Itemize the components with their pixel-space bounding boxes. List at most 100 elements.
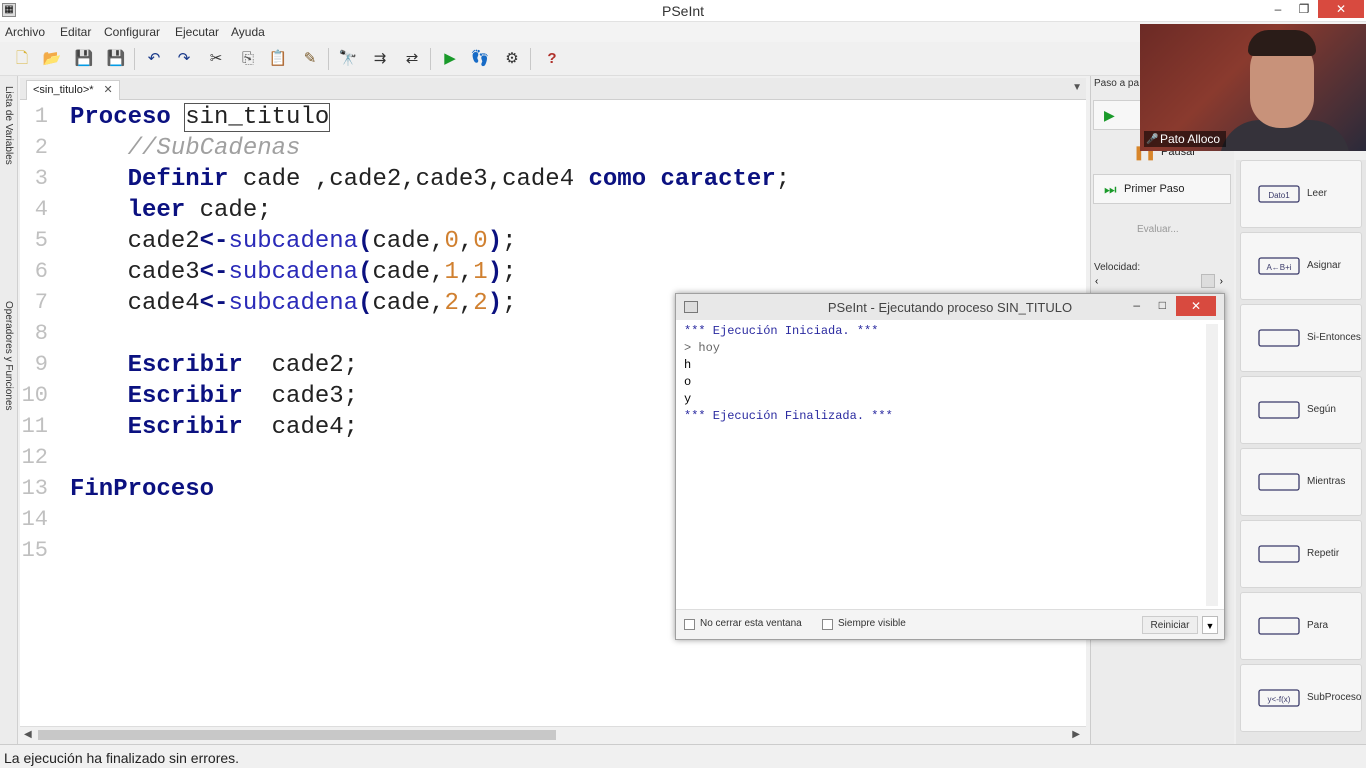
command-subproceso[interactable]: y<-f(x) SubProceso — [1240, 664, 1362, 732]
save-as-icon[interactable]: 💾 — [104, 47, 128, 71]
code-line[interactable]: 1 Proceso sin_titulo — [20, 103, 1086, 135]
always-visible-label: Siempre visible — [838, 618, 906, 629]
line-number: 2 — [34, 135, 48, 160]
muted-mic-icon: 🎤 — [1146, 134, 1159, 145]
scroll-right-icon[interactable]: ▶ — [1072, 727, 1080, 743]
undo-icon[interactable]: ↶ — [142, 47, 166, 71]
menu-ejecutar[interactable]: Ejecutar — [175, 25, 219, 39]
menu-ayuda[interactable]: Ayuda — [231, 25, 265, 39]
line-number: 12 — [21, 445, 48, 470]
asignar-icon: A←B+i — [1255, 253, 1303, 279]
execution-console-window: PSeInt - Ejecutando proceso SIN_TITULO –… — [675, 293, 1225, 640]
command-repetir[interactable]: Repetir — [1240, 520, 1362, 588]
console-close-button[interactable]: ✕ — [1176, 296, 1216, 316]
operators-functions-tab[interactable]: Operadores y Funciones — [3, 301, 14, 411]
svg-text:y<-f(x): y<-f(x) — [1268, 695, 1291, 704]
redo-icon[interactable]: ↷ — [172, 47, 196, 71]
line-code: cade3<-subcadena(cade,1,1); — [70, 259, 517, 286]
code-line[interactable]: 5 cade2<-subcadena(cade,0,0); — [20, 228, 1086, 259]
command-label: Según — [1307, 404, 1336, 415]
find-icon[interactable]: 🔭 — [336, 47, 360, 71]
always-visible-checkbox[interactable] — [822, 619, 833, 630]
mientras-icon — [1255, 469, 1303, 495]
code-line[interactable]: 3 Definir cade ,cade2,cade3,cade4 como c… — [20, 166, 1086, 197]
command-leer[interactable]: Dato1 Leer — [1240, 160, 1362, 228]
code-line[interactable]: 2 //SubCadenas — [20, 135, 1086, 166]
line-number: 4 — [34, 197, 48, 222]
tab-close-icon[interactable]: ✕ — [104, 84, 113, 96]
tab-dropdown-icon[interactable]: ▼ — [1072, 82, 1082, 93]
line-code: Definir cade ,cade2,cade3,cade4 como car… — [127, 166, 791, 193]
command-asignar[interactable]: A←B+i Asignar — [1240, 232, 1362, 300]
first-step-button[interactable]: ⏭ Primer Paso — [1093, 174, 1231, 204]
restore-button[interactable]: ❐ — [1290, 0, 1318, 18]
replace-icon[interactable]: ⇄ — [400, 47, 424, 71]
command-label: SubProceso — [1307, 692, 1362, 703]
line-number: 3 — [34, 166, 48, 191]
window-title: PSeInt — [661, 3, 705, 19]
menu-configurar[interactable]: Configurar — [104, 25, 160, 39]
line-number: 9 — [34, 352, 48, 377]
leer-icon: Dato1 — [1255, 181, 1303, 207]
run-icon[interactable]: ▶ — [438, 47, 462, 71]
line-code: cade2<-subcadena(cade,0,0); — [70, 228, 517, 255]
open-folder-icon[interactable]: 📂 — [40, 47, 64, 71]
console-minimize-button[interactable]: – — [1133, 298, 1140, 312]
menu-archivo[interactable]: Archivo — [5, 25, 45, 39]
tab-sin-titulo[interactable]: <sin_titulo>* ✕ — [26, 80, 120, 100]
copy-icon[interactable]: ⎘ — [236, 47, 260, 71]
line-number: 15 — [21, 538, 48, 563]
close-button[interactable]: ✕ — [1318, 0, 1364, 18]
tab-label: <sin_titulo>* — [33, 84, 94, 96]
speed-slider[interactable]: ‹ › — [1095, 274, 1225, 288]
command-label: Repetir — [1307, 548, 1340, 559]
variables-list-tab[interactable]: Lista de Variables — [3, 86, 14, 165]
status-text: La ejecución ha finalizado sin errores. — [4, 750, 240, 766]
no-close-label: No cerrar esta ventana — [700, 618, 802, 629]
line-code: Escribir cade2; — [127, 352, 359, 379]
menu-editar[interactable]: Editar — [60, 25, 91, 39]
no-close-checkbox[interactable] — [684, 619, 695, 630]
command-mientras[interactable]: Mientras — [1240, 448, 1362, 516]
save-icon[interactable]: 💾 — [72, 47, 96, 71]
line-number: 13 — [21, 476, 48, 501]
command-label: Para — [1307, 620, 1329, 631]
subproceso-icon: y<-f(x) — [1255, 685, 1303, 711]
console-footer: No cerrar esta ventana Siempre visible R… — [676, 609, 1224, 639]
speed-label: Velocidad: — [1094, 262, 1141, 273]
line-code: cade4<-subcadena(cade,2,2); — [70, 290, 517, 317]
command-para[interactable]: Para — [1240, 592, 1362, 660]
console-output-line: h — [684, 358, 692, 372]
console-output-line: *** Ejecución Iniciada. *** — [684, 324, 879, 338]
command-si-entonces[interactable]: Si-Entonces — [1240, 304, 1362, 372]
new-file-icon[interactable]: 🗋 — [10, 47, 34, 71]
command-seg-n[interactable]: Según — [1240, 376, 1362, 444]
help-icon[interactable]: ? — [540, 47, 564, 71]
line-code: FinProceso — [70, 476, 215, 503]
evaluate-button[interactable]: Evaluar... — [1137, 224, 1179, 235]
code-line[interactable]: 6 cade3<-subcadena(cade,1,1); — [20, 259, 1086, 290]
scroll-left-icon[interactable]: ◀ — [24, 727, 32, 743]
line-number: 8 — [34, 321, 48, 346]
command-label: Si-Entonces — [1307, 332, 1361, 343]
code-line[interactable]: 4 leer cade; — [20, 197, 1086, 228]
scrollbar-thumb[interactable] — [38, 730, 556, 740]
line-code: Proceso sin_titulo — [70, 103, 331, 132]
console-output-line: *** Ejecución Finalizada. *** — [684, 409, 893, 423]
restart-button[interactable]: Reiniciar — [1142, 616, 1198, 634]
editor-horizontal-scrollbar[interactable]: ◀ ▶ — [20, 726, 1086, 742]
commands-panel: Dato1 Leer A←B+i Asignar Si-Entonces Según Mie… — [1236, 160, 1366, 744]
step-icon[interactable]: 👣 — [468, 47, 492, 71]
console-scrollbar[interactable] — [1206, 324, 1218, 606]
cut-icon[interactable]: ✂ — [204, 47, 228, 71]
line-number: 10 — [21, 383, 48, 408]
restart-dropdown-icon[interactable]: ▼ — [1202, 616, 1218, 634]
command-label: Asignar — [1307, 260, 1341, 271]
find-next-icon[interactable]: ⇉ — [368, 47, 392, 71]
console-maximize-button[interactable]: □ — [1159, 298, 1166, 312]
paste-icon[interactable]: 📋 — [266, 47, 290, 71]
flowchart-icon[interactable]: ⚙ — [500, 47, 524, 71]
minimize-button[interactable]: – — [1264, 0, 1292, 18]
indent-icon[interactable]: ✎ — [298, 47, 322, 71]
webcam-overlay: Pato Alloco 🎤 — [1140, 24, 1366, 151]
